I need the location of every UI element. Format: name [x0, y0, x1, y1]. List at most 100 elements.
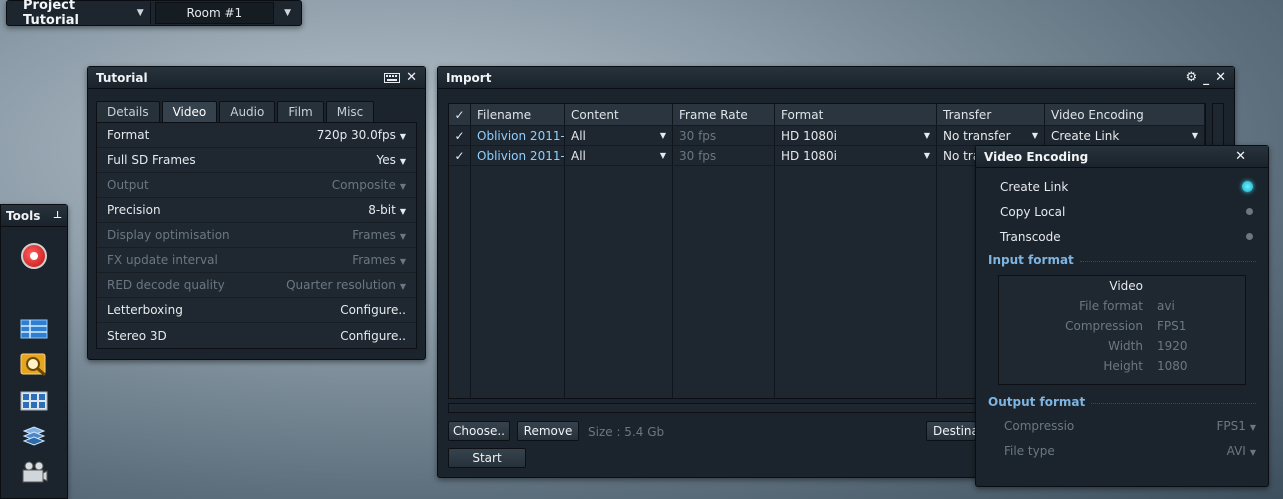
tools-title: Tools [6, 208, 41, 223]
storyboard-icon[interactable] [20, 389, 48, 413]
tab-misc[interactable]: Misc [325, 101, 375, 122]
select-all-checkbox[interactable]: ✓ [449, 104, 471, 125]
tutorial-titlebar: Tutorial ✕ [88, 67, 425, 89]
chevron-down-icon: ▼ [399, 232, 406, 241]
import-titlebar: Import ⚙ _ ✕ [438, 67, 1234, 89]
project-dropdown-icon[interactable]: ▼ [131, 8, 150, 18]
destination-button[interactable]: Destina [926, 421, 976, 441]
stack-icon[interactable] [20, 425, 48, 449]
output-format-section: Output format [976, 391, 1268, 413]
chevron-down-icon: ▼ [1249, 422, 1256, 432]
prop-stereo-3d[interactable]: Stereo 3D Configure.. [97, 323, 416, 348]
input-format-section: Input format [976, 249, 1268, 271]
import-title: Import [446, 70, 492, 85]
close-icon[interactable]: ✕ [1235, 149, 1246, 164]
minimize-icon[interactable]: _ [1203, 71, 1209, 85]
video-encoding-title: Video Encoding [984, 149, 1089, 164]
tab-video[interactable]: Video [161, 101, 218, 122]
col-frame-rate[interactable]: Frame Rate [673, 104, 775, 125]
prop-label: Format [107, 128, 150, 142]
cell-transfer: No transfer [943, 128, 1011, 143]
info-value: avi [1157, 299, 1175, 313]
option-create-link[interactable]: Create Link [976, 174, 1268, 199]
transfer-select[interactable]: No transfer ▼ [937, 126, 1045, 145]
keyboard-icon[interactable] [384, 72, 401, 83]
tab-details[interactable]: Details [96, 101, 160, 122]
video-properties: Format 720p 30.0fps ▼ Full SD Frames Yes ▼ O… [96, 122, 417, 349]
media-search-icon[interactable] [20, 353, 48, 377]
remove-button[interactable]: Remove [517, 421, 579, 441]
record-icon[interactable] [21, 243, 47, 269]
prop-label: Letterboxing [107, 303, 183, 317]
tools-panel: Tools ⊥ [0, 204, 68, 499]
chevron-down-icon: ▼ [399, 132, 406, 141]
project-bar: Project Tutorial ▼ Room #1 ▼ [6, 0, 302, 28]
encoding-select[interactable]: Create Link ▼ [1045, 126, 1205, 145]
prop-value: Composite [331, 178, 396, 192]
prop-precision[interactable]: Precision 8-bit ▼ [97, 198, 416, 223]
table-row[interactable]: ✓ Oblivion 2011-1 All ▼ 30 fps HD 1080i ▼ … [449, 126, 1205, 146]
prop-value: Frames [352, 253, 396, 267]
option-label: Create Link [1000, 179, 1069, 194]
prop-letterboxing[interactable]: Letterboxing Configure.. [97, 298, 416, 323]
chevron-down-icon: ▼ [1249, 447, 1256, 457]
format-select[interactable]: HD 1080i ▼ [775, 146, 937, 165]
size-label: Size : 5.4 Gb [588, 425, 665, 439]
info-value: 1080 [1157, 359, 1188, 373]
info-key: Compression [1065, 319, 1143, 333]
prop-display-optimisation: Display optimisation Frames ▼ [97, 223, 416, 248]
output-key: Compressio [1004, 418, 1075, 433]
info-key: Height [1103, 359, 1143, 373]
choose-button[interactable]: Choose.. [448, 421, 510, 441]
col-format[interactable]: Format [775, 104, 937, 125]
col-video-encoding[interactable]: Video Encoding [1045, 104, 1205, 125]
content-select[interactable]: All ▼ [565, 146, 673, 165]
video-encoding-popup: Video Encoding ✕ Create Link Copy Local … [975, 145, 1269, 487]
col-transfer[interactable]: Transfer [937, 104, 1045, 125]
cell-frame-rate: 30 fps [673, 126, 775, 145]
output-key: File type [1004, 443, 1055, 458]
chevron-down-icon: ▼ [923, 131, 930, 140]
prop-format[interactable]: Format 720p 30.0fps ▼ [97, 123, 416, 148]
close-icon[interactable]: ✕ [1215, 70, 1226, 85]
pin-icon[interactable]: ⊥ [53, 210, 62, 221]
row-checkbox[interactable]: ✓ [449, 126, 471, 145]
configure-button[interactable]: Configure.. [340, 303, 406, 317]
timeline-icon[interactable] [20, 317, 48, 341]
room-selector[interactable]: Room #1 [154, 2, 275, 24]
project-name[interactable]: Project Tutorial [11, 0, 131, 28]
table-header: ✓ Filename Content Frame Rate Format Tra… [449, 104, 1205, 126]
output-value: AVI [1226, 443, 1246, 458]
section-title: Output format [988, 395, 1086, 409]
camera-import-icon[interactable] [20, 461, 48, 485]
row-checkbox[interactable]: ✓ [449, 146, 471, 165]
cell-format: HD 1080i [781, 128, 837, 143]
prop-label: FX update interval [107, 253, 218, 267]
content-select[interactable]: All ▼ [565, 126, 673, 145]
prop-value: 8-bit [368, 203, 396, 217]
tools-titlebar: Tools ⊥ [1, 205, 67, 227]
chevron-down-icon: ▼ [659, 151, 666, 160]
room-dropdown-icon[interactable]: ▼ [278, 8, 297, 18]
tab-audio[interactable]: Audio [219, 101, 276, 122]
format-select[interactable]: HD 1080i ▼ [775, 126, 937, 145]
tab-film[interactable]: Film [277, 101, 324, 122]
close-icon[interactable]: ✕ [406, 70, 417, 85]
option-copy-local[interactable]: Copy Local [976, 199, 1268, 224]
col-filename[interactable]: Filename [471, 104, 565, 125]
col-content[interactable]: Content [565, 104, 673, 125]
cell-encoding: Create Link [1051, 128, 1120, 143]
info-key: Video [1109, 279, 1143, 293]
start-button[interactable]: Start [448, 448, 526, 468]
configure-button[interactable]: Configure.. [340, 329, 406, 343]
chevron-down-icon: ▼ [1031, 131, 1038, 140]
prop-full-sd-frames[interactable]: Full SD Frames Yes ▼ [97, 148, 416, 173]
section-title: Input format [988, 253, 1074, 267]
option-transcode[interactable]: Transcode [976, 224, 1268, 249]
prop-red-decode-quality: RED decode quality Quarter resolution ▼ [97, 273, 416, 298]
info-row: Compression FPS1 [999, 316, 1245, 336]
prop-value: 720p 30.0fps [316, 128, 396, 142]
cell-content: All [571, 148, 586, 163]
gear-icon[interactable]: ⚙ [1185, 70, 1197, 85]
chevron-down-icon: ▼ [399, 157, 406, 166]
